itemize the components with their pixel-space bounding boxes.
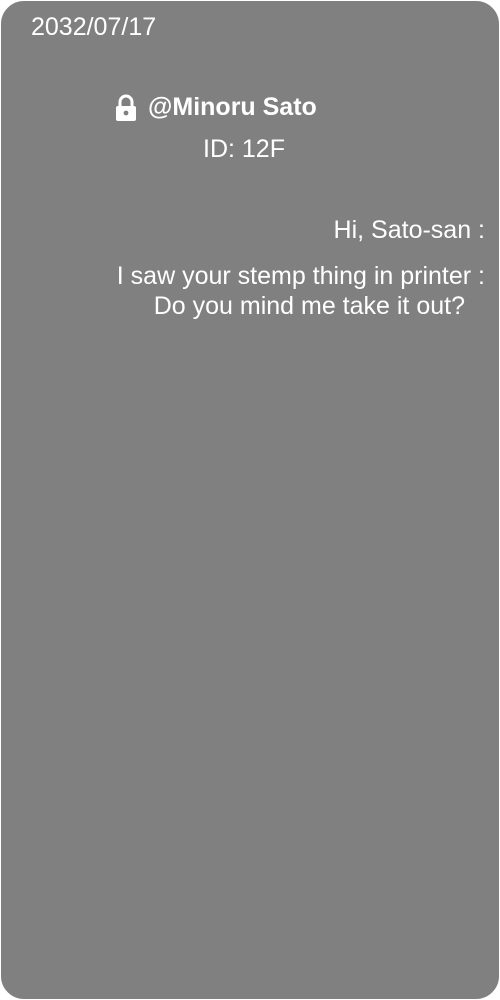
message-greeting: Hi, Sato-san : — [333, 216, 485, 244]
message-thread: Hi, Sato-san : I saw your stemp thing in… — [15, 215, 485, 321]
contact-header[interactable]: @Minoru Sato — [114, 93, 317, 122]
message-line-2: Do you mind me take it out? — [153, 292, 465, 320]
date-label: 2032/07/17 — [31, 13, 157, 41]
message-line-1: I saw your stemp thing in printer : — [116, 262, 485, 290]
phone-screen: 2032/07/17 @Minoru Sato ID: 12F Hi, Sato… — [0, 0, 500, 1000]
contact-name: @Minoru Sato — [148, 93, 317, 121]
contact-id: ID: 12F — [203, 135, 285, 163]
lock-icon — [114, 94, 138, 122]
